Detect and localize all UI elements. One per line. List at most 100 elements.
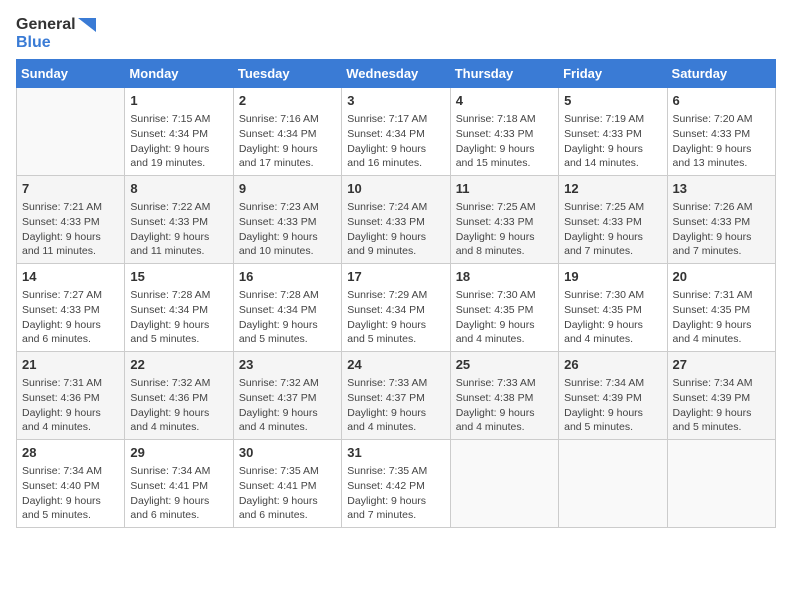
day-info: Sunrise: 7:26 AMSunset: 4:33 PMDaylight:… — [673, 200, 770, 259]
calendar-cell — [667, 439, 775, 527]
calendar-cell: 5Sunrise: 7:19 AMSunset: 4:33 PMDaylight… — [559, 88, 667, 176]
day-number: 23 — [239, 356, 336, 374]
weekday-header-wednesday: Wednesday — [342, 60, 450, 88]
calendar-cell: 18 Sunrise: 7:30 AMSunset: 4:35 PMDayligh… — [450, 264, 558, 352]
day-info: Sunrise: 7:24 AMSunset: 4:33 PMDaylight:… — [347, 200, 444, 259]
calendar-cell — [450, 439, 558, 527]
day-info: Sunrise: 7:34 AMSunset: 4:39 PMDaylight:… — [564, 376, 661, 435]
day-number: 7 — [22, 180, 119, 198]
weekday-header-thursday: Thursday — [450, 60, 558, 88]
day-number: 31 — [347, 444, 444, 462]
calendar-cell: 24Sunrise: 7:33 AMSunset: 4:37 PMDayligh… — [342, 352, 450, 440]
calendar-cell: 13 Sunrise: 7:26 AMSunset: 4:33 PMDayligh… — [667, 176, 775, 264]
day-number: 2 — [239, 92, 336, 110]
day-info: Sunrise: 7:31 AMSunset: 4:36 PMDaylight:… — [22, 376, 119, 435]
weekday-header-saturday: Saturday — [667, 60, 775, 88]
day-info: Sunrise: 7:27 AMSunset: 4:33 PMDaylight:… — [22, 288, 119, 347]
calendar-week-row: 1 Sunrise: 7:15 AMSunset: 4:34 PMDaylight… — [17, 88, 776, 176]
day-info: Sunrise: 7:25 AMSunset: 4:33 PMDaylight:… — [564, 200, 661, 259]
weekday-header-sunday: Sunday — [17, 60, 125, 88]
day-info: Sunrise: 7:20 AMSunset: 4:33 PMDaylight:… — [673, 112, 770, 171]
day-number: 19 — [564, 268, 661, 286]
day-info: Sunrise: 7:31 AMSunset: 4:35 PMDaylight:… — [673, 288, 770, 347]
day-info: Sunrise: 7:33 AMSunset: 4:38 PMDaylight:… — [456, 376, 553, 435]
calendar-cell — [17, 88, 125, 176]
calendar-cell: 2 Sunrise: 7:16 AMSunset: 4:34 PMDaylight… — [233, 88, 341, 176]
day-info: Sunrise: 7:25 AMSunset: 4:33 PMDaylight:… — [456, 200, 553, 259]
day-info: Sunrise: 7:21 AMSunset: 4:33 PMDaylight:… — [22, 200, 119, 259]
day-number: 8 — [130, 180, 227, 198]
calendar-table: SundayMondayTuesdayWednesdayThursdayFrid… — [16, 59, 776, 528]
day-info: Sunrise: 7:34 AMSunset: 4:39 PMDaylight:… — [673, 376, 770, 435]
day-number: 14 — [22, 268, 119, 286]
calendar-cell: 9 Sunrise: 7:23 AMSunset: 4:33 PMDaylight… — [233, 176, 341, 264]
calendar-cell: 31 Sunrise: 7:35 AMSunset: 4:42 PMDayligh… — [342, 439, 450, 527]
logo-triangle-icon — [78, 18, 96, 32]
day-number: 12 — [564, 180, 661, 198]
calendar-cell: 21 Sunrise: 7:31 AMSunset: 4:36 PMDayligh… — [17, 352, 125, 440]
calendar-cell: 20 Sunrise: 7:31 AMSunset: 4:35 PMDayligh… — [667, 264, 775, 352]
weekday-header-tuesday: Tuesday — [233, 60, 341, 88]
calendar-cell: 25 Sunrise: 7:33 AMSunset: 4:38 PMDayligh… — [450, 352, 558, 440]
logo-text: General Blue — [16, 16, 96, 51]
day-number: 25 — [456, 356, 553, 374]
calendar-week-row: 14 Sunrise: 7:27 AMSunset: 4:33 PMDayligh… — [17, 264, 776, 352]
calendar-cell: 29 Sunrise: 7:34 AMSunset: 4:41 PMDayligh… — [125, 439, 233, 527]
calendar-week-row: 28 Sunrise: 7:34 AMSunset: 4:40 PMDayligh… — [17, 439, 776, 527]
day-number: 20 — [673, 268, 770, 286]
logo-blue: Blue — [16, 34, 51, 51]
page-header: General Blue — [16, 16, 776, 51]
day-number: 9 — [239, 180, 336, 198]
logo-general: General — [16, 16, 76, 33]
day-info: Sunrise: 7:35 AMSunset: 4:41 PMDaylight:… — [239, 464, 336, 523]
calendar-cell: 8 Sunrise: 7:22 AMSunset: 4:33 PMDaylight… — [125, 176, 233, 264]
day-number: 18 — [456, 268, 553, 286]
day-info: Sunrise: 7:22 AMSunset: 4:33 PMDaylight:… — [130, 200, 227, 259]
calendar-cell: 10Sunrise: 7:24 AMSunset: 4:33 PMDayligh… — [342, 176, 450, 264]
day-info: Sunrise: 7:34 AMSunset: 4:41 PMDaylight:… — [130, 464, 227, 523]
weekday-header-friday: Friday — [559, 60, 667, 88]
day-number: 6 — [673, 92, 770, 110]
day-info: Sunrise: 7:30 AMSunset: 4:35 PMDaylight:… — [456, 288, 553, 347]
calendar-cell: 17Sunrise: 7:29 AMSunset: 4:34 PMDayligh… — [342, 264, 450, 352]
calendar-cell: 28 Sunrise: 7:34 AMSunset: 4:40 PMDayligh… — [17, 439, 125, 527]
day-info: Sunrise: 7:28 AMSunset: 4:34 PMDaylight:… — [130, 288, 227, 347]
day-number: 11 — [456, 180, 553, 198]
day-number: 17 — [347, 268, 444, 286]
weekday-header-row: SundayMondayTuesdayWednesdayThursdayFrid… — [17, 60, 776, 88]
calendar-cell: 14 Sunrise: 7:27 AMSunset: 4:33 PMDayligh… — [17, 264, 125, 352]
calendar-cell: 11 Sunrise: 7:25 AMSunset: 4:33 PMDayligh… — [450, 176, 558, 264]
day-info: Sunrise: 7:18 AMSunset: 4:33 PMDaylight:… — [456, 112, 553, 171]
day-info: Sunrise: 7:15 AMSunset: 4:34 PMDaylight:… — [130, 112, 227, 171]
day-number: 22 — [130, 356, 227, 374]
day-number: 3 — [347, 92, 444, 110]
day-number: 15 — [130, 268, 227, 286]
day-info: Sunrise: 7:23 AMSunset: 4:33 PMDaylight:… — [239, 200, 336, 259]
calendar-cell: 7 Sunrise: 7:21 AMSunset: 4:33 PMDaylight… — [17, 176, 125, 264]
day-number: 21 — [22, 356, 119, 374]
day-number: 16 — [239, 268, 336, 286]
day-number: 4 — [456, 92, 553, 110]
day-number: 26 — [564, 356, 661, 374]
day-info: Sunrise: 7:35 AMSunset: 4:42 PMDaylight:… — [347, 464, 444, 523]
calendar-cell: 4 Sunrise: 7:18 AMSunset: 4:33 PMDaylight… — [450, 88, 558, 176]
day-info: Sunrise: 7:19 AMSunset: 4:33 PMDaylight:… — [564, 112, 661, 171]
day-number: 28 — [22, 444, 119, 462]
day-info: Sunrise: 7:34 AMSunset: 4:40 PMDaylight:… — [22, 464, 119, 523]
day-info: Sunrise: 7:16 AMSunset: 4:34 PMDaylight:… — [239, 112, 336, 171]
day-number: 24 — [347, 356, 444, 374]
calendar-cell: 3Sunrise: 7:17 AMSunset: 4:34 PMDaylight… — [342, 88, 450, 176]
calendar-cell: 6 Sunrise: 7:20 AMSunset: 4:33 PMDaylight… — [667, 88, 775, 176]
day-number: 1 — [130, 92, 227, 110]
calendar-week-row: 7 Sunrise: 7:21 AMSunset: 4:33 PMDaylight… — [17, 176, 776, 264]
calendar-cell: 1 Sunrise: 7:15 AMSunset: 4:34 PMDaylight… — [125, 88, 233, 176]
calendar-cell: 30Sunrise: 7:35 AMSunset: 4:41 PMDayligh… — [233, 439, 341, 527]
calendar-cell — [559, 439, 667, 527]
calendar-cell: 19Sunrise: 7:30 AMSunset: 4:35 PMDayligh… — [559, 264, 667, 352]
day-number: 27 — [673, 356, 770, 374]
day-number: 29 — [130, 444, 227, 462]
day-info: Sunrise: 7:28 AMSunset: 4:34 PMDaylight:… — [239, 288, 336, 347]
calendar-cell: 15 Sunrise: 7:28 AMSunset: 4:34 PMDayligh… — [125, 264, 233, 352]
day-number: 13 — [673, 180, 770, 198]
calendar-cell: 22Sunrise: 7:32 AMSunset: 4:36 PMDayligh… — [125, 352, 233, 440]
